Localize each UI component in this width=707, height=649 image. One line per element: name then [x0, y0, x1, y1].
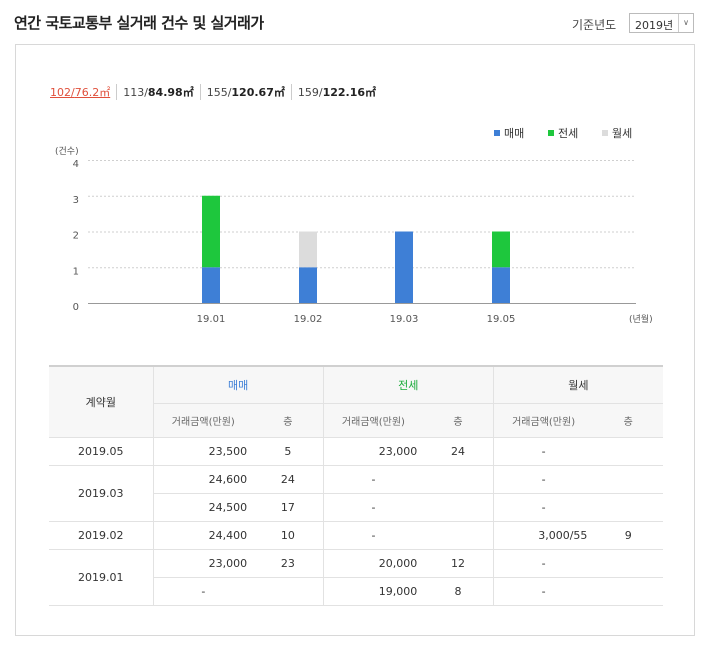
contract-month-cell: 2019.05	[49, 437, 154, 466]
area-tabs: 102/76.2㎡ 113/84.98㎡ 155/120.67㎡ 159/122.16…	[50, 84, 388, 100]
area-tab-value: 76.2㎡	[74, 86, 111, 99]
amount-cell: 20,000	[322, 549, 424, 578]
jeonse-floor-header: 층	[423, 403, 494, 438]
y-tick-label: 2	[73, 231, 79, 242]
area-tab-1[interactable]: 113/84.98㎡	[123, 84, 201, 100]
amount-cell: 23,500	[152, 437, 254, 466]
y-tick-label: 0	[73, 302, 79, 313]
bar-19.05-전세[interactable]	[492, 231, 510, 268]
legend-label: 매매	[504, 127, 524, 140]
floor-cell: 9	[593, 521, 663, 550]
wolse-header: 월세	[492, 365, 663, 404]
area-tab-2[interactable]: 155/120.67㎡	[207, 84, 292, 100]
wolse-amount-header: 거래금액(만원)	[492, 403, 594, 438]
jeonse-header: 전세	[322, 365, 494, 404]
amount-cell: -	[492, 493, 594, 522]
floor-cell	[423, 521, 494, 550]
area-tab-value: 120.67㎡	[231, 86, 285, 99]
floor-cell	[593, 493, 663, 522]
amount-cell: -	[492, 437, 594, 466]
x-tick-label: 19.03	[390, 314, 419, 325]
bar-19.05-매매[interactable]	[492, 267, 510, 303]
contract-month-cell: 2019.02	[49, 521, 154, 550]
amount-cell: 23,000	[322, 437, 424, 466]
y-axis-label: (건수)	[55, 146, 79, 157]
bar-19.02-매매[interactable]	[299, 267, 317, 303]
floor-cell: 24	[253, 465, 324, 494]
legend-swatch	[548, 130, 554, 136]
area-tab-prefix: 102/	[50, 86, 75, 99]
table-row: 2019.05 23,500 5 23,000 24-	[49, 437, 663, 466]
area-tab-prefix: 155/	[206, 86, 232, 99]
chart: 0 1 2 3 4 19.01 19.02 19.03 19.05 매매 전세 월세 (건수) (년…	[55, 127, 653, 325]
x-tick-label: 19.01	[197, 314, 226, 325]
maemae-floor-header: 층	[253, 403, 324, 438]
area-tab-value: 84.98㎡	[147, 86, 194, 99]
floor-cell: 8	[423, 577, 494, 606]
amount-cell: -	[492, 577, 594, 606]
floor-cell	[253, 577, 324, 606]
amount-cell: 19,000	[322, 577, 424, 606]
y-tick-label: 1	[73, 266, 79, 277]
jeonse-amount-header: 거래금액(만원)	[322, 403, 424, 438]
contract-month-cell: 2019.03	[49, 465, 154, 522]
contract-month-header: 계약월	[49, 365, 154, 438]
floor-cell: 24	[423, 437, 494, 466]
amount-cell: -	[492, 549, 594, 578]
bar-19.01-전세[interactable]	[202, 195, 220, 268]
table-row: 2019.03 24,600 24- -	[49, 465, 663, 522]
floor-cell	[423, 465, 494, 494]
floor-cell	[593, 549, 663, 578]
year-select[interactable]: 2019년 ∨	[629, 13, 694, 33]
table-row: 2019.01 23,000 23 20,000 12-	[49, 549, 663, 606]
floor-cell	[593, 577, 663, 606]
x-axis-label: (년월)	[629, 313, 653, 325]
floor-cell	[423, 493, 494, 522]
area-tab-0[interactable]: 102/76.2㎡	[50, 84, 118, 100]
amount-cell: 24,400	[152, 521, 254, 550]
floor-cell	[593, 465, 663, 494]
x-tick-label: 19.05	[487, 314, 516, 325]
area-tab-prefix: 113/	[123, 86, 148, 99]
bar-19.02-월세[interactable]	[299, 231, 317, 268]
amount-cell: -	[492, 465, 594, 494]
page-title: 연간 국토교통부 실거래 건수 및 실거래가	[14, 14, 264, 32]
floor-cell	[593, 437, 663, 466]
amount-cell: -	[322, 521, 424, 550]
contract-month-cell: 2019.01	[49, 549, 154, 606]
amount-cell: -	[322, 493, 424, 522]
wolse-floor-header: 층	[593, 403, 663, 438]
legend-swatch	[494, 130, 500, 136]
bar-19.01-매매[interactable]	[202, 267, 220, 303]
maemae-header: 매매	[152, 365, 324, 404]
chevron-down-icon[interactable]: ∨	[678, 14, 693, 32]
amount-cell: 3,000/55	[492, 521, 594, 550]
floor-cell: 23	[253, 549, 324, 578]
amount-cell: 23,000	[152, 549, 254, 578]
area-tab-prefix: 159/	[297, 86, 323, 99]
y-tick-label: 4	[73, 159, 79, 170]
floor-cell: 5	[253, 437, 324, 466]
bar-19.03-매매[interactable]	[395, 231, 413, 304]
x-tick-label: 19.02	[294, 314, 323, 325]
legend-swatch	[602, 130, 608, 136]
area-tab-value: 122.16㎡	[322, 86, 377, 99]
maemae-amount-header: 거래금액(만원)	[152, 403, 254, 438]
table-row: 2019.02 24,400 10- 3,000/55 9	[49, 521, 663, 550]
deals-table: 계약월 매매 전세 월세 거래금액(만원) 층 거래금액(만원) 층 거래금액(…	[49, 365, 663, 606]
floor-cell: 12	[423, 549, 494, 578]
legend-label: 전세	[558, 127, 578, 140]
amount-cell: -	[152, 577, 254, 606]
y-tick-label: 3	[73, 195, 79, 206]
amount-cell: -	[322, 465, 424, 494]
year-label: 기준년도	[572, 18, 617, 32]
legend-label: 월세	[612, 127, 632, 140]
amount-cell: 24,500	[152, 493, 254, 522]
amount-cell: 24,600	[152, 465, 254, 494]
floor-cell: 17	[253, 493, 324, 522]
year-select-value: 2019년	[635, 19, 674, 32]
area-tab-3[interactable]: 159/122.16㎡	[298, 84, 382, 100]
floor-cell: 10	[253, 521, 324, 550]
